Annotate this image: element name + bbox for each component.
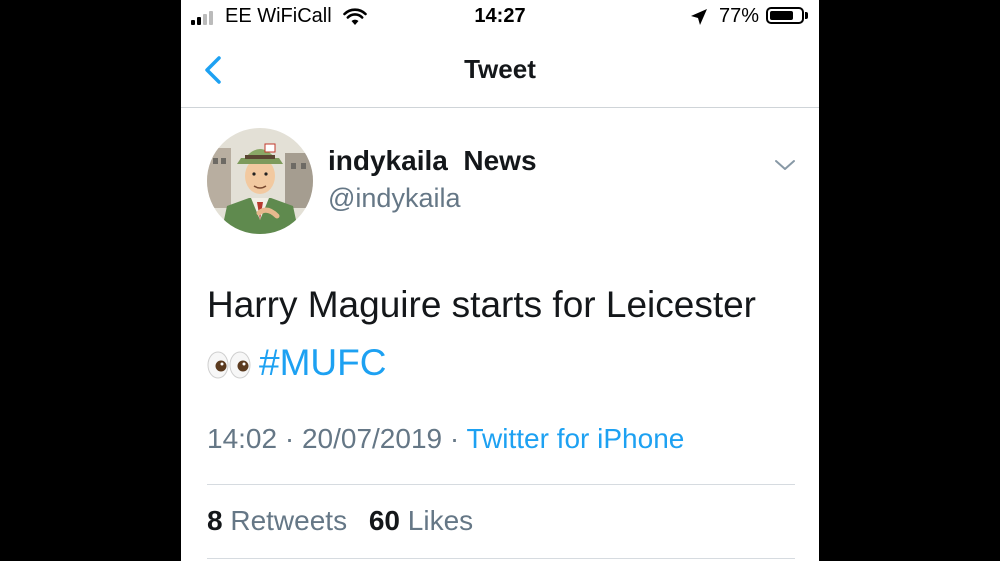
likes-count: 60 [368, 505, 401, 536]
likes-label: Likes [407, 505, 474, 536]
eyes-emoji-icon [207, 351, 251, 379]
navigation-bar: Tweet [181, 34, 819, 108]
tweet-second-line: #MUFC [207, 334, 797, 392]
battery-fill [770, 11, 794, 20]
more-options-button[interactable] [773, 155, 797, 175]
retweets-count: 8 [207, 505, 223, 536]
tweet-text: Harry Maguire starts for Leicester [207, 284, 757, 325]
location-arrow-icon [691, 9, 707, 25]
status-bar: EE WiFiCall 14:27 77% [181, 0, 819, 34]
display-name[interactable]: indykaila News [328, 145, 537, 177]
tweet-stats: 8 Retweets 60 Likes [207, 505, 487, 537]
tweet-body: Harry Maguire starts for Leicester #MUFC [207, 276, 797, 392]
hashtag-link[interactable]: #MUFC [259, 342, 386, 383]
retweets-stat[interactable]: 8 Retweets [207, 505, 347, 536]
divider [207, 558, 795, 559]
avatar-illustration [207, 128, 313, 234]
page-title: Tweet [464, 54, 536, 84]
chevron-down-icon [775, 160, 795, 170]
tweet-timestamp: 14:02 · 20/07/2019 · [207, 423, 467, 454]
tweet-meta: 14:02 · 20/07/2019 · Twitter for iPhone [207, 423, 684, 455]
divider [207, 484, 795, 485]
battery-icon [766, 7, 804, 24]
battery-percent: 77% [719, 5, 760, 27]
battery-tip [805, 12, 808, 19]
avatar[interactable] [207, 128, 313, 234]
source-link[interactable]: Twitter for iPhone [466, 423, 684, 454]
likes-stat[interactable]: 60 Likes [369, 505, 473, 536]
phone-screen: EE WiFiCall 14:27 77% Tweet indykaila Ne… [181, 0, 819, 561]
retweets-label: Retweets [230, 505, 348, 536]
user-handle[interactable]: @indykaila [328, 183, 460, 214]
